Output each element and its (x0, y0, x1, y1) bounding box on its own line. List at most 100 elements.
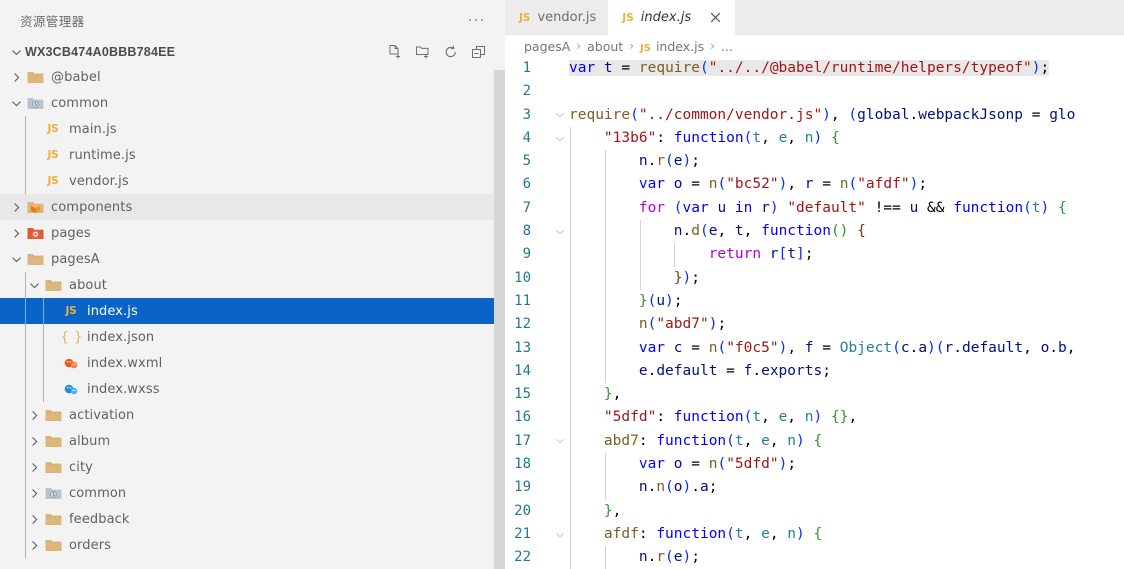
indent-guide (25, 402, 26, 428)
tree-item-selected[interactable]: JS index.js (0, 298, 505, 324)
code-indent-guide (604, 220, 606, 244)
new-file-icon[interactable] (387, 44, 403, 60)
breadcrumb-item[interactable]: about (587, 39, 623, 54)
code-line[interactable]: 19 n.n(o).a; (505, 476, 1124, 500)
tree-item[interactable]: feedback (0, 506, 505, 532)
tree-item[interactable]: { } index.json (0, 324, 505, 350)
chevron-right-icon[interactable] (8, 222, 25, 244)
code-line[interactable]: 5 n.r(e); (505, 150, 1124, 174)
code-line[interactable]: 8 n.d(e, t, function() { (505, 220, 1124, 244)
code-editor[interactable]: 1 var t = require("../../@babel/runtime/h… (505, 57, 1124, 569)
chevron-right-icon[interactable] (26, 404, 43, 426)
tree-item[interactable]: album (0, 428, 505, 454)
explorer-more-actions-icon[interactable] (465, 9, 487, 31)
code-line[interactable]: 3 require("../common/vendor.js"), (global… (505, 104, 1124, 127)
code-indent-guide (570, 453, 571, 477)
chevron-right-icon[interactable] (8, 196, 25, 218)
tree-item[interactable]: index.wxss (0, 376, 505, 402)
folder-icon (43, 458, 63, 476)
fold-chevron-down-icon[interactable] (551, 430, 569, 453)
editor-tab-vendor-js[interactable]: JS vendor.js (505, 0, 609, 35)
chevron-down-icon[interactable] (8, 41, 25, 63)
breadcrumb-item[interactable]: pagesA (524, 39, 570, 54)
code-indent-guide (639, 266, 641, 290)
code-indent-guide (570, 406, 571, 430)
sidebar-scrollbar[interactable] (494, 70, 505, 569)
new-folder-icon[interactable] (415, 44, 431, 60)
tree-item[interactable]: JS main.js (0, 116, 505, 142)
code-line[interactable]: 16 "5dfd": function(t, e, n) {}, (505, 406, 1124, 430)
tree-item[interactable]: JS runtime.js (0, 142, 505, 168)
tree-item[interactable]: @babel (0, 64, 505, 90)
code-line[interactable]: 1 var t = require("../../@babel/runtime/h… (505, 57, 1124, 80)
tree-item[interactable]: city (0, 454, 505, 480)
chevron-right-icon[interactable] (26, 482, 43, 504)
code-line[interactable]: 12 n("abd7"); (505, 313, 1124, 337)
editor-tab-index-js[interactable]: JS index.js (608, 0, 736, 35)
tree-item-label: about (69, 277, 108, 293)
tree-item[interactable]: common (0, 90, 505, 116)
code-line[interactable]: 7 for (var u in r) "default" !== u && fu… (505, 196, 1124, 221)
code-line[interactable]: 10 }); (505, 266, 1124, 290)
explorer-root-row[interactable]: WX3CB474A0BBB784EE (0, 40, 505, 64)
indent-guide (25, 350, 26, 376)
editor-pane: JS vendor.js JS index.js pagesA › about › JS ind… (505, 0, 1124, 569)
indent-guide (25, 506, 26, 532)
close-icon[interactable] (707, 10, 723, 26)
code-line[interactable]: 17 abd7: function(t, e, n) { (505, 429, 1124, 454)
code-line[interactable]: 6 var o = n("bc52"), r = n("afdf"); (505, 173, 1124, 197)
code-line[interactable]: 11 }(u); (505, 289, 1124, 314)
code-text: }, (569, 499, 1124, 523)
collapse-all-icon[interactable] (471, 44, 487, 60)
breadcrumb-item[interactable]: ... (721, 39, 733, 54)
code-tokens: "13b6": function(t, e, n) { (603, 129, 840, 146)
fold-chevron-down-icon[interactable] (551, 523, 569, 546)
fold-chevron-down-icon[interactable] (551, 104, 569, 127)
code-line[interactable]: 18 var o = n("5dfd"); (505, 453, 1124, 477)
breadcrumb-label: index.js (655, 38, 705, 54)
chevron-down-icon[interactable] (8, 92, 25, 114)
code-line[interactable]: 13 var c = n("f0c5"), f = Object(c.a)(r.… (505, 336, 1124, 360)
tree-item[interactable]: pagesA (0, 246, 505, 272)
chevron-right-icon[interactable] (26, 508, 43, 530)
chevron-right-icon: › (629, 39, 634, 53)
line-number: 10 (514, 269, 531, 286)
fold-chevron-down-icon[interactable] (551, 127, 569, 150)
code-line[interactable]: 14 e.default = f.exports; (505, 359, 1124, 384)
code-line[interactable]: 9 return r[t]; (505, 243, 1124, 267)
code-line[interactable]: 2 (505, 80, 1124, 103)
code-indent-guide (570, 546, 571, 569)
code-tokens: }); (673, 269, 700, 286)
code-indent-guide (570, 359, 571, 384)
refresh-icon[interactable] (443, 44, 459, 60)
tree-item[interactable]: about (0, 272, 505, 298)
code-indent-guide (604, 196, 606, 221)
code-line[interactable]: 20 }, (505, 499, 1124, 523)
code-line[interactable]: 15 }, (505, 383, 1124, 407)
code-line[interactable]: 22 n.r(e); (505, 546, 1124, 569)
breadcrumb-item[interactable]: JS index.js (640, 39, 704, 54)
tree-item[interactable]: pages (0, 220, 505, 246)
tree-item[interactable]: activation (0, 402, 505, 428)
line-number: 1 (522, 60, 531, 76)
tree-item[interactable]: common (0, 480, 505, 506)
tree-item[interactable]: JS vendor.js (0, 168, 505, 194)
tree-item[interactable]: orders (0, 532, 505, 558)
code-text: afdf: function(t, e, n) { (569, 522, 1124, 547)
line-number: 9 (522, 246, 531, 263)
chevron-right-icon[interactable] (8, 66, 25, 88)
chevron-down-icon[interactable] (8, 248, 25, 270)
code-line[interactable]: 4 "13b6": function(t, e, n) { (505, 126, 1124, 151)
fold-chevron-down-icon[interactable] (551, 220, 569, 243)
code-line[interactable]: 21 afdf: function(t, e, n) { (505, 522, 1124, 547)
chevron-right-icon[interactable] (26, 534, 43, 556)
tree-item[interactable]: index.wxml (0, 350, 505, 376)
tree-item[interactable]: components (0, 194, 505, 220)
chevron-right-icon[interactable] (26, 430, 43, 452)
indent-guide (43, 350, 44, 376)
code-indent-guide (570, 220, 571, 244)
chevron-down-icon[interactable] (26, 274, 43, 296)
chevron-right-icon[interactable] (26, 456, 43, 478)
